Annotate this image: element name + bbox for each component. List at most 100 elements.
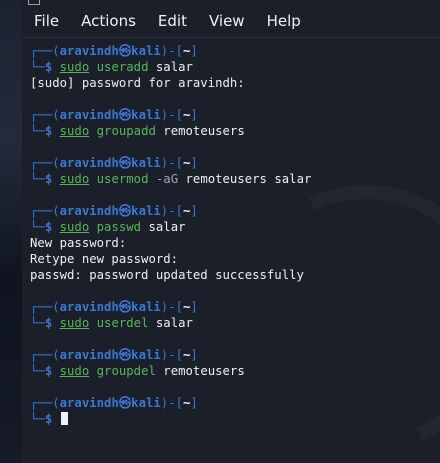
menu-bar: File Actions Edit View Help: [22, 8, 440, 34]
menu-item-file[interactable]: File: [34, 12, 59, 30]
prompt-frame: ]: [190, 300, 198, 314]
prompt-user: aravindh: [59, 156, 119, 170]
prompt-frame: └─: [30, 316, 45, 330]
command-name: usermod: [96, 172, 149, 186]
prompt-frame: └─: [30, 60, 45, 74]
command-name: userdel: [96, 316, 149, 330]
command-args: salar: [155, 60, 193, 74]
prompt-frame: ┌──(: [30, 156, 60, 170]
prompt-frame: )-[: [160, 396, 184, 410]
prompt-at-symbol: ㉿: [118, 204, 132, 218]
prompt-header: ┌──(aravindh㉿kali)-[~]: [30, 299, 440, 315]
prompt-frame: ]: [190, 204, 198, 218]
command-output-line: passwd: password updated successfully: [30, 268, 304, 282]
prompt-frame: └─: [30, 220, 45, 234]
prompt-frame: ]: [190, 348, 198, 362]
prompt-user: aravindh: [59, 44, 119, 58]
prompt-at-symbol: ㉿: [118, 156, 132, 170]
menu-item-actions[interactable]: Actions: [81, 12, 136, 30]
prompt-host: kali: [131, 396, 161, 410]
desktop-background: [0, 0, 22, 463]
window-control-icon[interactable]: [28, 0, 40, 5]
menu-item-view[interactable]: View: [209, 12, 245, 30]
command-args: remoteusers: [163, 124, 245, 138]
command-name: useradd: [96, 60, 149, 74]
prompt-frame: └─: [30, 364, 45, 378]
command-line: └─$ sudo passwd salar: [30, 219, 440, 235]
menu-item-help[interactable]: Help: [267, 12, 301, 30]
window-top-edge: [22, 0, 440, 8]
prompt-header: ┌──(aravindh㉿kali)-[~]: [30, 155, 440, 171]
prompt-user: aravindh: [59, 348, 119, 362]
prompt-user: aravindh: [59, 108, 119, 122]
prompt-host: kali: [131, 348, 161, 362]
prompt-header: ┌──(aravindh㉿kali)-[~]: [30, 43, 440, 59]
prompt-frame: ]: [190, 156, 198, 170]
prompt-frame: ┌──(: [30, 300, 60, 314]
prompt-frame: )-[: [160, 300, 184, 314]
prompt-frame: ┌──(: [30, 204, 60, 218]
command-name: passwd: [96, 220, 142, 234]
command-sudo: sudo: [59, 316, 90, 330]
command-output-line: New password:: [30, 236, 127, 250]
prompt-at-symbol: ㉿: [118, 396, 132, 410]
command-flags: -aG: [155, 172, 179, 186]
prompt-dollar: $: [44, 412, 53, 426]
prompt-host: kali: [131, 44, 161, 58]
prompt-frame: )-[: [160, 204, 184, 218]
command-line: └─$ sudo groupadd remoteusers: [30, 123, 440, 139]
prompt-dollar: $: [44, 124, 53, 138]
prompt-header: ┌──(aravindh㉿kali)-[~]: [30, 347, 440, 363]
prompt-dollar: $: [44, 172, 53, 186]
prompt-frame: )-[: [160, 108, 184, 122]
prompt-at-symbol: ㉿: [118, 348, 132, 362]
prompt-dollar: $: [44, 364, 53, 378]
command-line: └─$ sudo userdel salar: [30, 315, 440, 331]
prompt-frame: ┌──(: [30, 44, 60, 58]
prompt-user: aravindh: [59, 396, 119, 410]
command-args: salar: [148, 220, 186, 234]
prompt-frame: ]: [190, 44, 198, 58]
prompt-dollar: $: [44, 60, 53, 74]
command-args: salar: [155, 316, 193, 330]
prompt-frame: └─: [30, 172, 45, 186]
prompt-dollar: $: [44, 316, 53, 330]
command-output-line: [sudo] password for aravindh:: [30, 76, 245, 90]
prompt-header: ┌──(aravindh㉿kali)-[~]: [30, 395, 440, 411]
prompt-host: kali: [131, 300, 161, 314]
prompt-header: ┌──(aravindh㉿kali)-[~]: [30, 107, 440, 123]
command-name: groupadd: [96, 124, 156, 138]
active-prompt-line[interactable]: └─$: [30, 411, 440, 427]
command-args: remoteusers salar: [185, 172, 312, 186]
command-sudo: sudo: [59, 364, 90, 378]
prompt-frame: ┌──(: [30, 348, 60, 362]
menu-item-edit[interactable]: Edit: [158, 12, 187, 30]
prompt-frame: )-[: [160, 348, 184, 362]
command-sudo: sudo: [59, 220, 90, 234]
prompt-frame: ]: [190, 396, 198, 410]
prompt-frame: └─: [30, 124, 45, 138]
command-line: └─$ sudo groupdel remoteusers: [30, 363, 440, 379]
prompt-at-symbol: ㉿: [118, 108, 132, 122]
command-output-line: Retype new password:: [30, 252, 179, 266]
prompt-dollar: $: [44, 220, 53, 234]
terminal-window[interactable]: File Actions Edit View Help ┌──(aravindh㉿kal…: [22, 0, 440, 463]
prompt-frame: )-[: [160, 156, 184, 170]
terminal-output[interactable]: ┌──(aravindh㉿kali)-[~] └─$ sudo useradd s…: [22, 38, 440, 427]
prompt-host: kali: [131, 204, 161, 218]
prompt-at-symbol: ㉿: [118, 44, 132, 58]
prompt-host: kali: [131, 156, 161, 170]
command-args: remoteusers: [163, 364, 245, 378]
prompt-at-symbol: ㉿: [118, 300, 132, 314]
prompt-frame: └─: [30, 412, 45, 426]
command-sudo: sudo: [59, 124, 90, 138]
command-name: groupdel: [96, 364, 156, 378]
prompt-frame: ]: [190, 108, 198, 122]
prompt-frame: ┌──(: [30, 396, 60, 410]
